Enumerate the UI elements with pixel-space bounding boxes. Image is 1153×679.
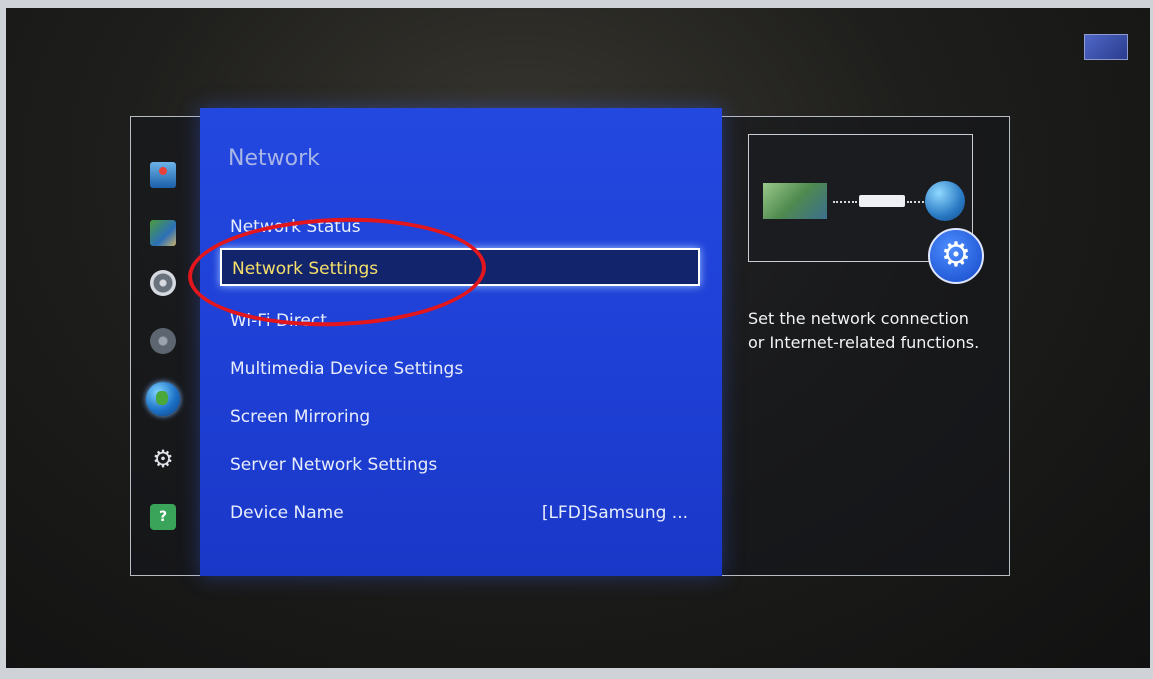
support-question-icon[interactable]: ? [150, 504, 176, 530]
globe-icon [925, 181, 965, 221]
menu-item-label: Screen Mirroring [230, 407, 371, 427]
system-gear-icon[interactable]: ⚙ [150, 446, 176, 472]
device-name-value: [LFD]Samsung ... [541, 503, 688, 523]
router-icon [859, 195, 905, 207]
network-menu-panel: Network Network Status Network Settings … [200, 108, 722, 576]
menu-item-server-network-settings[interactable]: Server Network Settings [220, 446, 700, 484]
help-description: Set the network connection or Internet-r… [748, 309, 980, 352]
menu-item-label: Server Network Settings [230, 455, 438, 475]
picture-icon[interactable] [150, 162, 176, 188]
menu-item-screen-mirroring[interactable]: Screen Mirroring [220, 398, 700, 436]
tv-icon [763, 183, 827, 219]
network-globe-icon[interactable] [146, 382, 180, 416]
connection-dots-icon [907, 201, 927, 203]
broadcast-icon[interactable] [150, 270, 176, 296]
menu-item-label: Device Name [230, 503, 344, 523]
menu-item-label: Multimedia Device Settings [230, 359, 464, 379]
sound-icon[interactable] [150, 220, 176, 246]
speaker-icon[interactable] [150, 328, 176, 354]
menu-item-device-name[interactable]: Device Name [LFD]Samsung ... [220, 494, 700, 532]
connection-dots-icon [833, 201, 857, 203]
source-indicator-icon [1084, 34, 1128, 60]
panel-title: Network [228, 146, 320, 171]
menu-item-multimedia-device-settings[interactable]: Multimedia Device Settings [220, 350, 700, 388]
settings-gear-icon: ⚙ [928, 228, 984, 284]
